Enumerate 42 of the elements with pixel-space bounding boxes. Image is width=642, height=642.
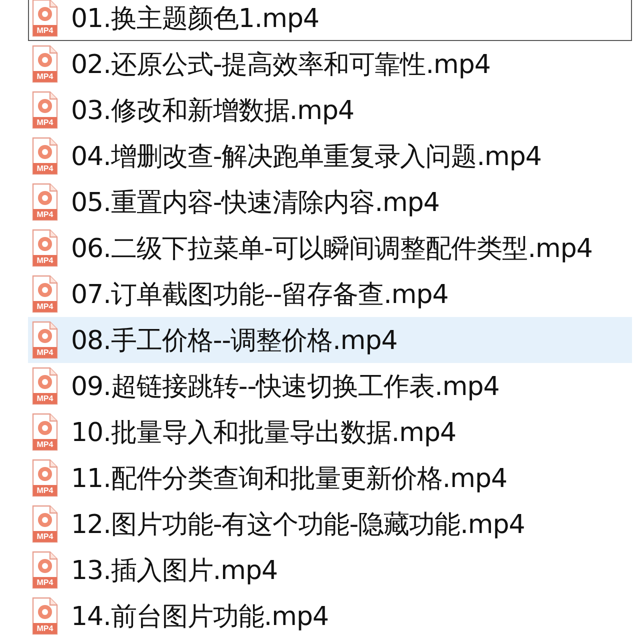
- file-type-label: MP4: [33, 439, 57, 450]
- file-type-label: MP4: [33, 163, 57, 174]
- file-name: 05.重置内容-快速清除内容.mp4: [71, 186, 440, 220]
- file-type-label: MP4: [33, 301, 57, 312]
- file-name: 08.手工价格--调整价格.mp4: [71, 324, 398, 358]
- file-type-label: MP4: [33, 117, 57, 128]
- file-type-label: MP4: [33, 347, 57, 358]
- file-type-label: MP4: [33, 577, 57, 588]
- file-row[interactable]: MP4 06.二级下拉菜单-可以瞬间调整配件类型.mp4: [28, 225, 632, 271]
- file-row[interactable]: MP4 01.换主题颜色1.mp4: [28, 0, 632, 41]
- file-name: 03.修改和新增数据.mp4: [71, 94, 354, 128]
- file-type-label: MP4: [33, 485, 57, 496]
- file-row[interactable]: MP4 14.前台图片功能.mp4: [28, 593, 632, 639]
- file-name: 02.还原公式-提高效率和可靠性.mp4: [71, 48, 490, 82]
- file-row[interactable]: MP4 04.增删改查-解决跑单重复录入问题.mp4: [28, 133, 632, 179]
- file-name: 13.插入图片.mp4: [71, 554, 278, 588]
- file-type-label: MP4: [33, 25, 57, 36]
- file-name: 07.订单截图功能--留存备查.mp4: [71, 278, 448, 312]
- file-type-label: MP4: [33, 531, 57, 542]
- file-row[interactable]: MP4 13.插入图片.mp4: [28, 547, 632, 593]
- file-name: 04.增删改查-解决跑单重复录入问题.mp4: [71, 140, 542, 174]
- file-row[interactable]: MP4 08.手工价格--调整价格.mp4: [28, 317, 632, 363]
- file-row[interactable]: MP4 03.修改和新增数据.mp4: [28, 87, 632, 133]
- file-row[interactable]: MP4 09.超链接跳转--快速切换工作表.mp4: [28, 363, 632, 409]
- file-row[interactable]: MP4 05.重置内容-快速清除内容.mp4: [28, 179, 632, 225]
- file-type-label: MP4: [33, 71, 57, 82]
- file-name: 12.图片功能-有这个功能-隐藏功能.mp4: [71, 508, 525, 542]
- file-row[interactable]: MP4 02.还原公式-提高效率和可靠性.mp4: [28, 41, 632, 87]
- file-row[interactable]: MP4 07.订单截图功能--留存备查.mp4: [28, 271, 632, 317]
- file-type-label: MP4: [33, 393, 57, 404]
- file-name: 06.二级下拉菜单-可以瞬间调整配件类型.mp4: [71, 232, 592, 266]
- file-row[interactable]: MP4 11.配件分类查询和批量更新价格.mp4: [28, 455, 632, 501]
- file-name: 10.批量导入和批量导出数据.mp4: [71, 416, 456, 450]
- file-name: 01.换主题颜色1.mp4: [71, 2, 320, 36]
- file-type-label: MP4: [33, 623, 57, 634]
- file-type-label: MP4: [33, 209, 57, 220]
- file-name: 11.配件分类查询和批量更新价格.mp4: [71, 462, 507, 496]
- file-row[interactable]: MP4 10.批量导入和批量导出数据.mp4: [28, 409, 632, 455]
- file-type-label: MP4: [33, 255, 57, 266]
- file-row[interactable]: MP4 12.图片功能-有这个功能-隐藏功能.mp4: [28, 501, 632, 547]
- file-name: 09.超链接跳转--快速切换工作表.mp4: [71, 370, 500, 404]
- file-name: 14.前台图片功能.mp4: [71, 600, 328, 634]
